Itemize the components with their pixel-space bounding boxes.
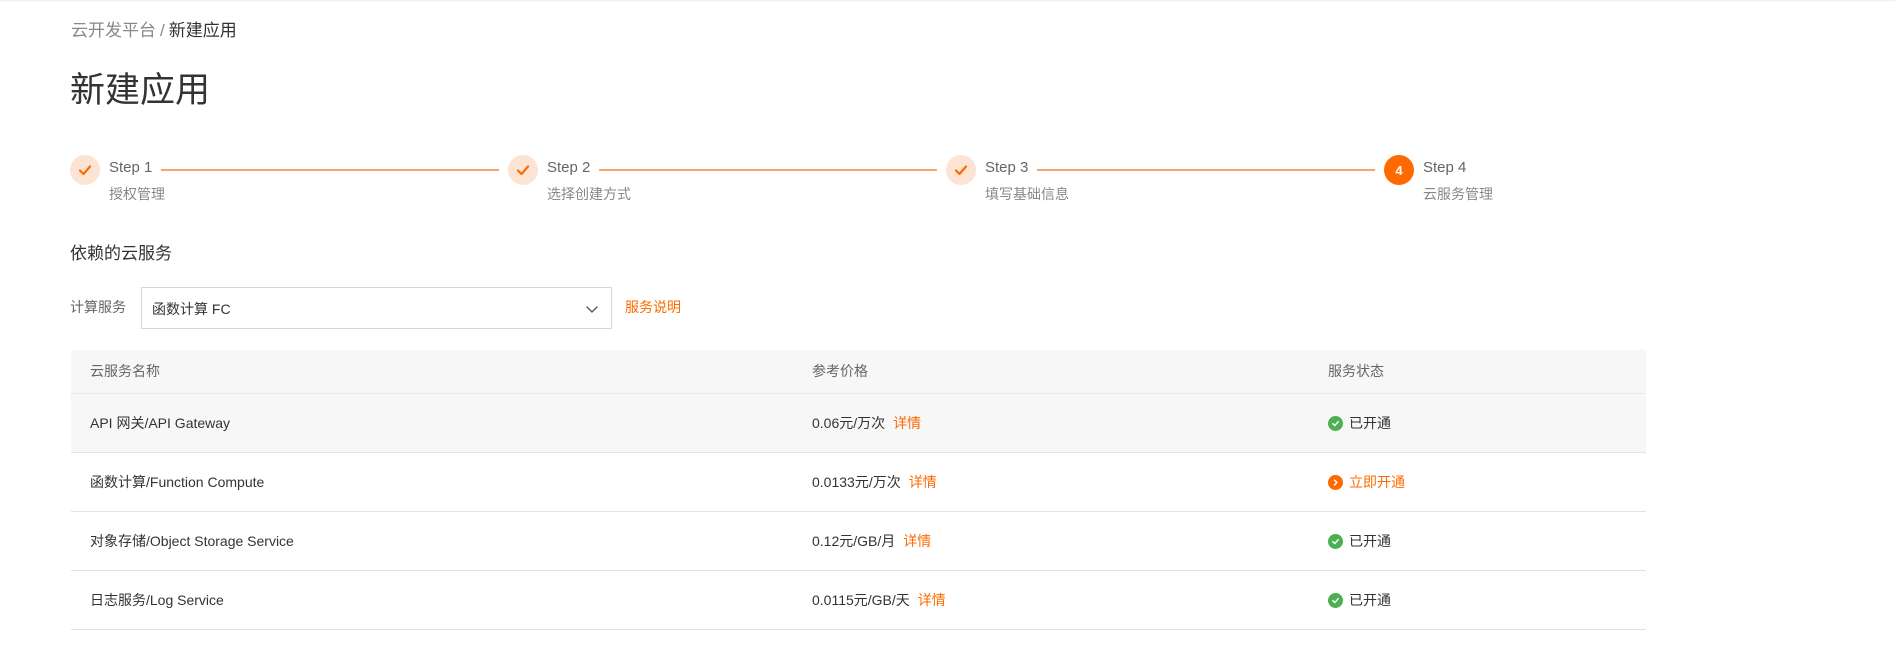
service-status: 已开通 — [1328, 532, 1391, 550]
step-1-desc: 授权管理 — [109, 186, 165, 202]
step-connector-3 — [1037, 169, 1375, 171]
step-connector-1 — [161, 169, 499, 171]
top-divider — [0, 0, 1895, 2]
service-price: 0.0115元/GB/天 详情 — [812, 591, 946, 609]
step-1-title: Step 1 — [109, 159, 153, 176]
price-value: 0.06元/万次 — [812, 415, 886, 431]
breadcrumb-current: 新建应用 — [168, 21, 237, 40]
breadcrumb-separator: / — [160, 21, 165, 40]
step-2-title: Step 2 — [547, 159, 591, 176]
service-description-link[interactable]: 服务说明 — [625, 298, 681, 316]
step-progress: Step 1 授权管理 Step 2 选择创建方式 Step 3 填写基础信息 … — [70, 155, 1570, 205]
check-circle-icon — [1328, 415, 1343, 431]
activate-now-button[interactable]: 立即开通 — [1328, 473, 1405, 491]
service-name: 函数计算/Function Compute — [90, 474, 265, 490]
detail-link[interactable]: 详情 — [918, 592, 946, 608]
service-name: 对象存储/Object Storage Service — [90, 533, 294, 549]
step-4-desc: 云服务管理 — [1423, 186, 1493, 202]
service-price: 0.0133元/万次 详情 — [812, 473, 937, 491]
step-3-desc: 填写基础信息 — [985, 186, 1069, 202]
compute-service-select[interactable]: 函数计算 FC — [141, 287, 612, 329]
section-title: 依赖的云服务 — [70, 244, 172, 263]
step-2-desc: 选择创建方式 — [547, 186, 631, 202]
header-service-name: 云服务名称 — [90, 363, 160, 379]
step-3-check-icon — [946, 155, 976, 185]
breadcrumb-parent-link[interactable]: 云开发平台 — [71, 21, 156, 40]
cloud-services-table: 云服务名称 参考价格 服务状态 API 网关/API Gateway 0.06元… — [71, 350, 1646, 630]
chevron-down-icon — [586, 306, 598, 313]
step-2-check-icon — [508, 155, 538, 185]
header-status: 服务状态 — [1328, 363, 1384, 379]
service-name: 日志服务/Log Service — [90, 592, 224, 608]
step-connector-2 — [599, 169, 937, 171]
step-3-title: Step 3 — [985, 159, 1029, 176]
detail-link[interactable]: 详情 — [893, 415, 921, 431]
detail-link[interactable]: 详情 — [903, 533, 931, 549]
step-4-number: 4 — [1384, 155, 1414, 185]
status-text: 已开通 — [1349, 592, 1391, 608]
breadcrumb: 云开发平台 / 新建应用 — [71, 20, 237, 42]
compute-service-label: 计算服务 — [70, 299, 126, 315]
status-text: 已开通 — [1349, 533, 1391, 549]
table-row: 对象存储/Object Storage Service 0.12元/GB/月 详情… — [71, 512, 1646, 571]
price-value: 0.12元/GB/月 — [812, 533, 896, 549]
step-1-check-icon — [70, 155, 100, 185]
check-circle-icon — [1328, 592, 1343, 608]
table-row: API 网关/API Gateway 0.06元/万次 详情 已开通 — [71, 394, 1646, 453]
header-price: 参考价格 — [812, 363, 868, 379]
service-status: 已开通 — [1328, 414, 1391, 432]
table-header: 云服务名称 参考价格 服务状态 — [71, 350, 1646, 394]
table-row: 日志服务/Log Service 0.0115元/GB/天 详情 已开通 — [71, 571, 1646, 630]
check-circle-icon — [1328, 533, 1343, 549]
status-text[interactable]: 立即开通 — [1349, 473, 1405, 491]
service-price: 0.12元/GB/月 详情 — [812, 532, 931, 550]
detail-link[interactable]: 详情 — [909, 474, 937, 490]
service-status: 已开通 — [1328, 591, 1391, 609]
step-4-title: Step 4 — [1423, 159, 1467, 176]
price-value: 0.0115元/GB/天 — [812, 592, 910, 608]
service-price: 0.06元/万次 详情 — [812, 414, 921, 432]
service-name: API 网关/API Gateway — [90, 415, 231, 431]
compute-service-selected-value: 函数计算 FC — [152, 301, 231, 317]
price-value: 0.0133元/万次 — [812, 474, 901, 490]
page-title: 新建应用 — [70, 71, 211, 110]
status-text: 已开通 — [1349, 415, 1391, 431]
chevron-right-circle-icon — [1328, 474, 1343, 490]
table-row: 函数计算/Function Compute 0.0133元/万次 详情 立即开通 — [71, 453, 1646, 512]
